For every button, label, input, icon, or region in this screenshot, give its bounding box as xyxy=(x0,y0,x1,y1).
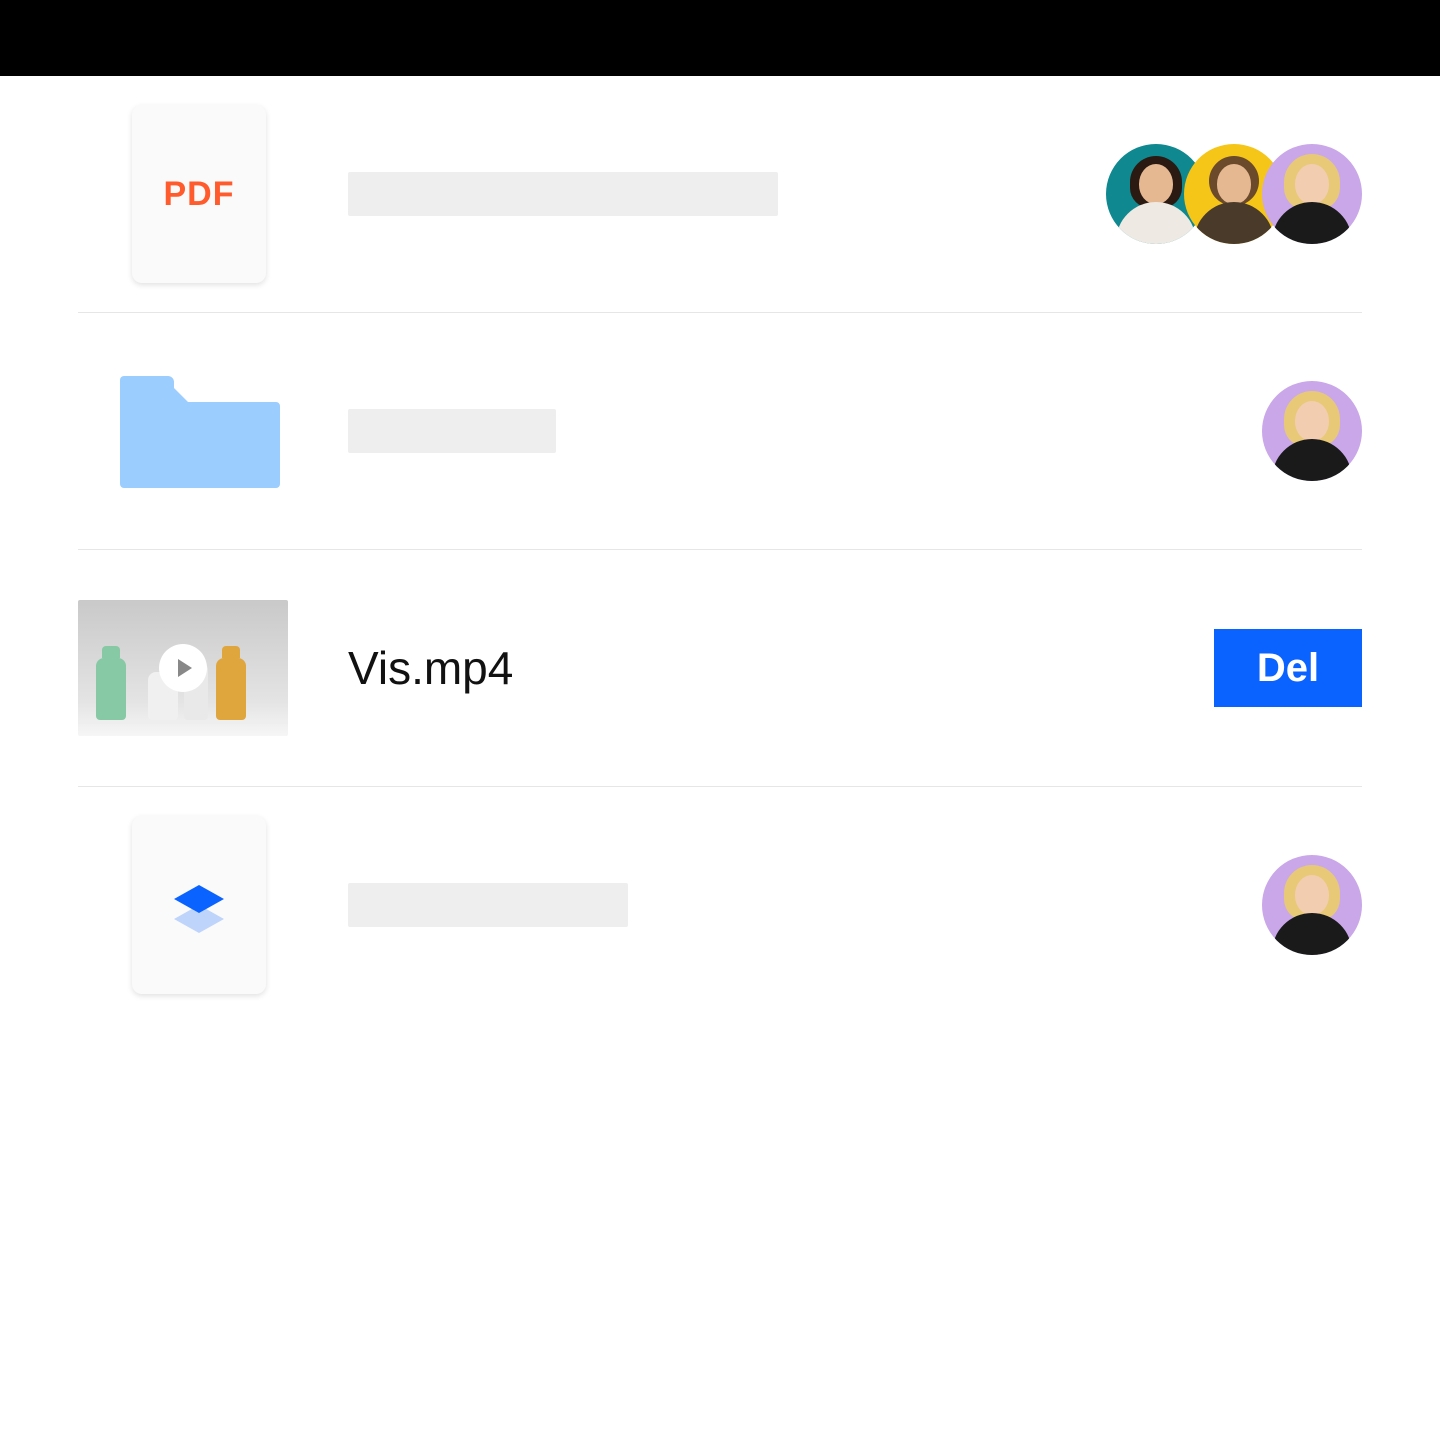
share-button-label: Del xyxy=(1257,646,1319,691)
file-name: Vis.mp4 xyxy=(348,642,513,694)
file-name-placeholder xyxy=(348,172,778,216)
file-name-cell xyxy=(288,883,1022,927)
row-right xyxy=(1022,855,1362,955)
row-right xyxy=(1022,144,1362,244)
video-thumbnail xyxy=(78,600,288,736)
row-right: Del xyxy=(1022,629,1362,707)
file-row[interactable]: Vis.mp4 Del xyxy=(78,550,1362,787)
file-row[interactable]: PDF xyxy=(78,76,1362,313)
play-icon xyxy=(159,644,207,692)
file-row[interactable] xyxy=(78,787,1362,1023)
collaborator-avatars[interactable] xyxy=(1262,855,1362,955)
file-name-placeholder xyxy=(348,409,556,453)
file-thumbnail xyxy=(78,816,288,994)
file-name-cell xyxy=(288,409,1022,453)
paper-icon xyxy=(132,816,266,994)
folder-icon xyxy=(120,370,280,493)
file-thumbnail xyxy=(78,600,288,736)
file-thumbnail xyxy=(78,370,288,493)
avatar[interactable] xyxy=(1262,144,1362,244)
collaborator-avatars[interactable] xyxy=(1262,381,1362,481)
collaborator-avatars[interactable] xyxy=(1106,144,1362,244)
window-titlebar xyxy=(0,0,1440,76)
pdf-icon: PDF xyxy=(132,105,266,283)
file-row[interactable] xyxy=(78,313,1362,550)
row-right xyxy=(1022,381,1362,481)
avatar[interactable] xyxy=(1262,855,1362,955)
avatar[interactable] xyxy=(1262,381,1362,481)
file-list: PDF xyxy=(0,76,1440,1023)
pdf-badge-text: PDF xyxy=(164,175,235,214)
share-button[interactable]: Del xyxy=(1214,629,1362,707)
file-thumbnail: PDF xyxy=(78,105,288,283)
file-name-cell: Vis.mp4 xyxy=(288,641,1022,695)
file-name-placeholder xyxy=(348,883,628,927)
file-name-cell xyxy=(288,172,1022,216)
